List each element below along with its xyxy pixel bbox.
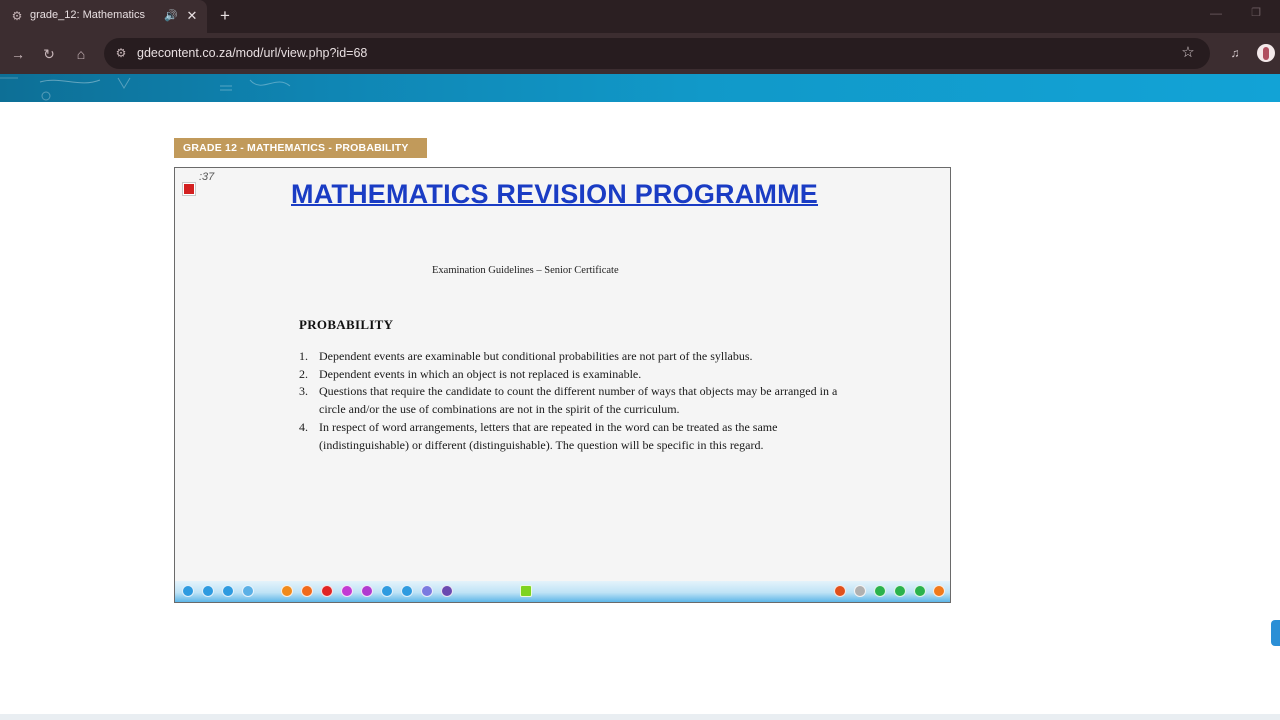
avatar[interactable] <box>1257 44 1275 62</box>
list-item: 2. Dependent events in which an object i… <box>299 366 859 384</box>
document-title: MATHEMATICS REVISION PROGRAMME <box>291 179 819 209</box>
speaker-icon[interactable]: 🔊 <box>163 8 179 24</box>
video-viewer[interactable]: :37 MATHEMATICS REVISION PROGRAMME Exami… <box>174 167 951 603</box>
text-tool-icon[interactable] <box>281 585 293 597</box>
list-item: 1. Dependent events are examinable but c… <box>299 348 859 366</box>
type-tool-icon[interactable] <box>401 585 413 597</box>
record-icon <box>183 183 195 195</box>
annotation-toolbar <box>175 581 950 602</box>
list-item: 4. In respect of word arrangements, lett… <box>299 419 859 454</box>
highlighter-tool-icon[interactable] <box>341 585 353 597</box>
list-item: 3. Questions that require the candidate … <box>299 383 859 418</box>
tune-icon[interactable]: ⚙ <box>112 44 130 62</box>
side-panel-handle[interactable] <box>1271 620 1280 646</box>
tab-title: grade_12: Mathematics <box>30 9 145 21</box>
star-icon[interactable]: ☆ <box>1178 43 1198 63</box>
redo-tool-icon[interactable] <box>854 585 866 597</box>
plus-icon[interactable]: + <box>215 6 235 26</box>
page-number-icon[interactable] <box>894 585 906 597</box>
list-item-number: 4. <box>299 419 308 434</box>
minimize-icon[interactable]: — <box>1208 6 1224 22</box>
page-footer-strip <box>0 714 1280 720</box>
list-item-text: Questions that require the candidate to … <box>319 384 838 417</box>
list-item-number: 2. <box>299 366 308 381</box>
browser-toolbar: → ↻ ⌂ ⚙ gdecontent.co.za/mod/url/view.ph… <box>0 33 1280 74</box>
course-label: GRADE 12 - MATHEMATICS - PROBABILITY <box>174 138 427 158</box>
guidelines-list: 1. Dependent events are examinable but c… <box>299 348 859 454</box>
browser-tab[interactable]: ⚙ grade_12: Mathematics 🔊 ✕ <box>0 0 207 33</box>
undo-tool-icon[interactable] <box>834 585 846 597</box>
course-label-text: GRADE 12 - MATHEMATICS - PROBABILITY <box>183 142 409 154</box>
list-item-number: 3. <box>299 384 308 399</box>
reload-icon[interactable]: ↻ <box>39 44 59 64</box>
address-bar[interactable]: ⚙ gdecontent.co.za/mod/url/view.php?id=6… <box>104 38 1210 69</box>
site-banner <box>0 74 1280 102</box>
tab-strip: ⚙ grade_12: Mathematics 🔊 ✕ + — ❐ <box>0 0 1280 33</box>
shape-tool-icon[interactable] <box>361 585 373 597</box>
maximize-icon[interactable]: ❐ <box>1248 6 1264 22</box>
close-icon[interactable]: ✕ <box>184 8 200 24</box>
screen-tool-icon[interactable] <box>202 585 214 597</box>
cloud-tool-icon[interactable] <box>242 585 254 597</box>
list-item-text: Dependent events in which an object is n… <box>319 366 642 381</box>
moodle-icon: ⚙ <box>11 9 23 23</box>
marker-tool-icon[interactable] <box>321 585 333 597</box>
hand-tool-icon[interactable] <box>381 585 393 597</box>
pen-tool-icon[interactable] <box>301 585 313 597</box>
arrow-right-icon[interactable]: → <box>8 44 28 64</box>
list-item-text: Dependent events are examinable but cond… <box>319 349 753 363</box>
timer: :37 <box>199 171 215 183</box>
document-subtitle: Examination Guidelines – Senior Certific… <box>432 265 619 276</box>
media-controls-icon[interactable]: ♫ <box>1226 44 1244 62</box>
banner-doodles <box>0 77 291 101</box>
url-text[interactable]: gdecontent.co.za/mod/url/view.php?id=68 <box>137 46 367 60</box>
select-tool-icon[interactable] <box>182 585 194 597</box>
settings-tool-icon[interactable] <box>222 585 234 597</box>
section-heading: PROBABILITY <box>299 317 394 332</box>
list-item-text: In respect of word arrangements, letters… <box>319 419 778 452</box>
add-page-icon[interactable] <box>933 585 945 597</box>
prev-page-icon[interactable] <box>874 585 886 597</box>
next-page-icon[interactable] <box>914 585 926 597</box>
home-icon[interactable]: ⌂ <box>71 44 91 64</box>
eraser-tool-icon[interactable] <box>441 585 453 597</box>
zoom-tool-icon[interactable] <box>421 585 433 597</box>
list-item-number: 1. <box>299 349 308 363</box>
spotlight-tool-icon[interactable] <box>520 585 532 597</box>
